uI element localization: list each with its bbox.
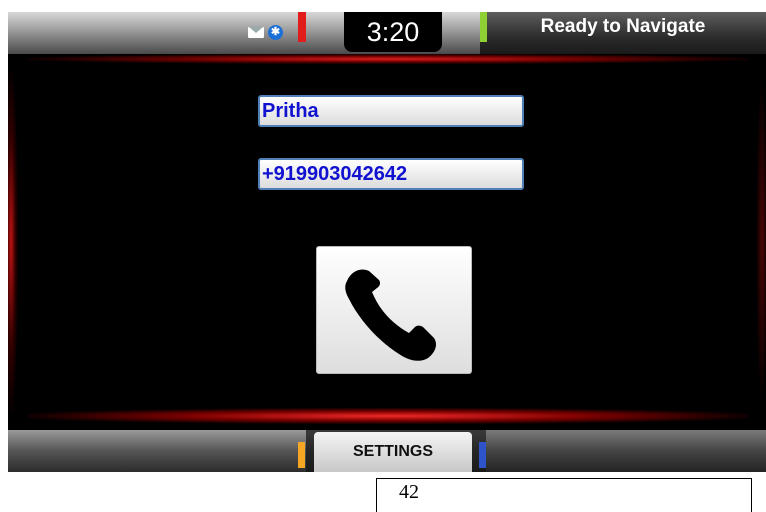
settings-button[interactable]: SETTINGS (314, 432, 472, 472)
red-glow-bottom (28, 408, 748, 424)
navigation-status-text: Ready to Navigate (540, 16, 706, 37)
mail-icon[interactable] (248, 27, 264, 38)
infotainment-screen: ✱ 3:20 Ready to Navigate Pritha +9199030… (8, 12, 766, 472)
orange-indicator-tab (298, 442, 305, 468)
bottom-bar: SETTINGS (8, 430, 766, 472)
red-indicator-tab (298, 12, 306, 42)
status-icons: ✱ (248, 25, 300, 43)
clock: 3:20 (344, 12, 442, 52)
contact-name-field[interactable]: Pritha (258, 95, 524, 127)
green-indicator-tab (480, 12, 487, 42)
bottom-left-softkey[interactable] (8, 430, 306, 472)
bluetooth-icon: ✱ (268, 25, 283, 40)
red-glow-right (756, 72, 766, 412)
page-number: 42 (376, 478, 752, 512)
call-button[interactable] (316, 246, 472, 374)
red-glow-left (8, 72, 18, 412)
top-status-bar: ✱ 3:20 Ready to Navigate (8, 12, 766, 54)
contact-phone-field[interactable]: +919903042642 (258, 158, 524, 190)
phone-handset-icon (345, 269, 436, 361)
red-glow-top (28, 54, 748, 64)
blue-indicator-tab (479, 442, 486, 468)
bottom-right-softkey[interactable] (486, 430, 766, 472)
